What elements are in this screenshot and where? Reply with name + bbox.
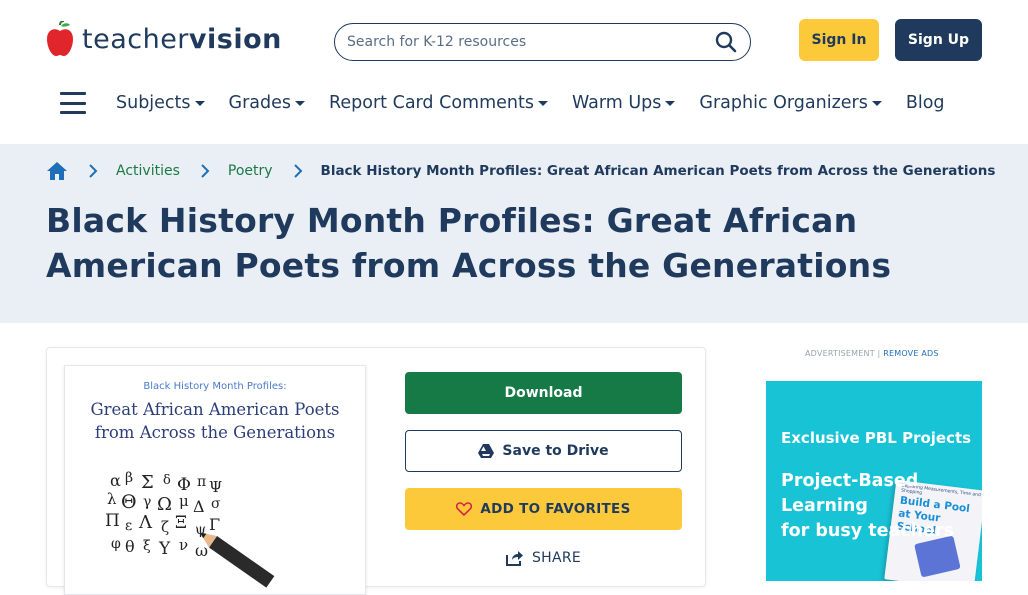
- nav-label: Report Card Comments: [329, 93, 534, 113]
- svg-text:Π: Π: [105, 511, 120, 531]
- caret-down-icon: [194, 100, 205, 106]
- download-button[interactable]: Download: [405, 372, 682, 414]
- sign-up-button[interactable]: Sign Up: [895, 19, 982, 61]
- svg-text:β: β: [125, 470, 133, 486]
- svg-text:Ξ: Ξ: [175, 513, 187, 533]
- svg-text:ξ: ξ: [143, 538, 151, 554]
- ad-body-line: Learning: [781, 496, 868, 516]
- breadcrumb-link-poetry[interactable]: Poetry: [228, 163, 273, 179]
- add-to-favorites-button[interactable]: ADD TO FAVORITES: [405, 488, 682, 530]
- svg-text:α: α: [110, 471, 121, 490]
- save-to-drive-button[interactable]: Save to Drive: [405, 430, 682, 472]
- ad-body-text: Project-Based Learning for busy teachers: [781, 469, 971, 544]
- thumbnail-subtitle: Black History Month Profiles:: [143, 381, 287, 392]
- thumbnail-title: Great African American Poets from Across …: [65, 398, 365, 444]
- chevron-right-icon: [200, 164, 210, 178]
- home-icon[interactable]: [46, 160, 68, 182]
- svg-text:δ: δ: [163, 473, 171, 488]
- svg-text:λ: λ: [107, 490, 117, 508]
- svg-text:Υ: Υ: [158, 539, 171, 559]
- svg-text:γ: γ: [143, 494, 151, 510]
- breadcrumb: Activities Poetry Black History Month Pr…: [46, 160, 995, 182]
- resource-thumbnail[interactable]: Black History Month Profiles: Great Afri…: [64, 365, 366, 595]
- svg-text:ζ: ζ: [161, 518, 169, 536]
- caret-down-icon: [665, 100, 676, 106]
- ad-label-text: ADVERTISEMENT |: [805, 349, 881, 358]
- breadcrumb-link-activities[interactable]: Activities: [116, 163, 180, 179]
- chevron-right-icon: [293, 164, 303, 178]
- svg-text:Λ: Λ: [138, 512, 153, 533]
- advertisement-label: ADVERTISEMENT | REMOVE ADS: [805, 349, 939, 358]
- chevron-right-icon: [88, 164, 98, 178]
- nav-label: Subjects: [116, 93, 191, 113]
- share-label: SHARE: [531, 550, 582, 566]
- svg-text:φ: φ: [111, 536, 121, 552]
- nav-item-blog[interactable]: Blog: [906, 93, 945, 113]
- apple-logo-icon: [46, 20, 74, 57]
- nav-label: Graphic Organizers: [699, 93, 868, 113]
- svg-text:ν: ν: [179, 536, 188, 554]
- search-input[interactable]: [347, 34, 714, 50]
- nav-item-report-card-comments[interactable]: Report Card Comments: [329, 93, 548, 113]
- svg-text:Γ: Γ: [209, 515, 220, 534]
- thumbnail-title-line: from Across the Generations: [94, 423, 336, 442]
- nav-label: Warm Ups: [571, 93, 662, 113]
- breadcrumb-current: Black History Month Profiles: Great Afri…: [320, 163, 996, 179]
- svg-text:σ: σ: [211, 496, 221, 512]
- caret-down-icon: [295, 100, 306, 106]
- share-button[interactable]: SHARE: [405, 545, 682, 571]
- main-nav: Subjects Grades Report Card Comments War…: [60, 86, 969, 120]
- hamburger-menu-icon[interactable]: [60, 92, 86, 114]
- add-to-favorites-label: ADD TO FAVORITES: [480, 501, 631, 517]
- svg-text:Σ: Σ: [141, 472, 154, 493]
- svg-text:μ: μ: [179, 492, 189, 510]
- sign-in-button[interactable]: Sign In: [799, 19, 879, 61]
- resource-card: Black History Month Profiles: Great Afri…: [46, 347, 706, 595]
- nav-item-warm-ups[interactable]: Warm Ups: [571, 93, 676, 113]
- search-icon[interactable]: [714, 30, 738, 54]
- ad-body-line: for busy teachers: [781, 521, 955, 541]
- nav-label: Blog: [905, 93, 945, 113]
- search-bar: [334, 23, 751, 61]
- pencil-letters-illustration: αβΣδΦπΨ λΘγΩμΔσ ΠεΛζΞψΓ φθξΥνωτ: [105, 466, 285, 594]
- nav-item-subjects[interactable]: Subjects: [116, 93, 205, 113]
- thumbnail-title-line: Great African American Poets: [90, 400, 340, 419]
- svg-text:ε: ε: [125, 518, 132, 534]
- nav-label: Grades: [228, 93, 292, 113]
- logo-wordmark: teachervision: [82, 24, 282, 55]
- google-drive-icon: [478, 444, 495, 458]
- ad-headline: Exclusive PBL Projects: [781, 429, 972, 447]
- logo[interactable]: teachervision: [46, 20, 282, 58]
- site-header: teachervision Sign In Sign Up Subjects G…: [0, 0, 1028, 144]
- nav-item-grades[interactable]: Grades: [228, 93, 306, 113]
- svg-text:Ψ: Ψ: [209, 478, 222, 496]
- hero-band: Activities Poetry Black History Month Pr…: [0, 144, 1028, 323]
- svg-text:ω: ω: [195, 541, 208, 560]
- svg-text:Δ: Δ: [193, 497, 205, 516]
- heart-icon: [456, 502, 473, 516]
- nav-item-graphic-organizers[interactable]: Graphic Organizers: [699, 93, 882, 113]
- caret-down-icon: [871, 100, 882, 106]
- svg-text:θ: θ: [125, 537, 135, 556]
- save-to-drive-label: Save to Drive: [502, 443, 609, 459]
- page-title: Black History Month Profiles: Great Afri…: [46, 201, 892, 285]
- ad-body-line: Project-Based: [781, 471, 919, 491]
- caret-down-icon: [537, 100, 548, 106]
- svg-text:Ω: Ω: [157, 494, 172, 515]
- advertisement-banner[interactable]: Exclusive PBL Projects Exploring Measure…: [766, 381, 982, 581]
- share-icon: [505, 551, 523, 566]
- remove-ads-link[interactable]: REMOVE ADS: [883, 349, 938, 358]
- svg-text:Θ: Θ: [121, 491, 137, 513]
- svg-text:π: π: [197, 474, 206, 490]
- logo-text-vision: vision: [188, 23, 282, 55]
- logo-text-teacher: teacher: [82, 23, 189, 55]
